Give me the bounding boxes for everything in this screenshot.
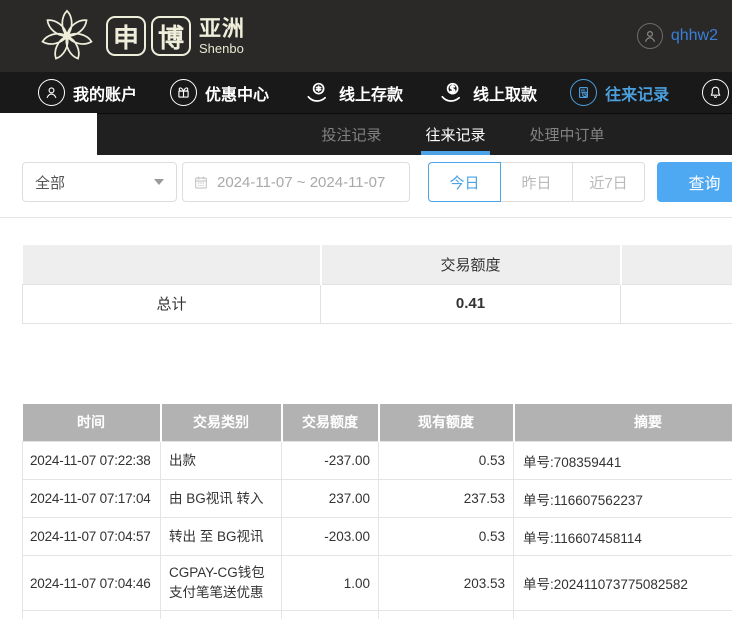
brand-logo[interactable]: 申 博 亚洲 Shenbo <box>38 7 245 65</box>
cell-time: 2024-11-07 07:04:46 <box>23 611 161 619</box>
main-navigation: 我的账户 优惠中心 线上存款 线上取款 往来记录 <box>0 72 732 113</box>
summary-header-empty <box>23 245 321 284</box>
today-button[interactable]: 今日 <box>428 162 501 202</box>
nav-item-my-account[interactable]: 我的账户 <box>38 79 137 106</box>
nav-item-messages[interactable]: 信息 <box>702 79 732 106</box>
col-header-time: 时间 <box>23 404 161 442</box>
logo-subtitle-text: Shenbo <box>199 42 245 55</box>
col-header-type: 交易类别 <box>161 404 282 442</box>
cell-balance: 0.53 <box>379 518 514 556</box>
search-button[interactable]: 查询 <box>657 162 732 202</box>
username-label[interactable]: qhhw2 <box>671 27 718 45</box>
date-range-value: 2024-11-07 ~ 2024-11-07 <box>217 174 385 191</box>
records-clipboard-clock-icon <box>570 79 597 106</box>
cell-amount: -237.00 <box>282 442 379 480</box>
summary-total-value: 0.41 <box>321 284 621 323</box>
table-row: 2024-11-07 07:17:04 由 BG视讯 转入 237.00 237… <box>23 480 732 518</box>
table-row: 2024-11-07 07:04:46 CGPAY支付 200.00 202.5… <box>23 611 732 619</box>
cell-summary: 单号:202411073775082582 <box>514 611 732 619</box>
cell-time: 2024-11-07 07:22:38 <box>23 442 161 480</box>
cell-type: CGPAY-CG钱包支付笔笔送优惠 <box>161 556 282 611</box>
col-header-amount: 交易额度 <box>282 404 379 442</box>
cell-balance: 203.53 <box>379 556 514 611</box>
cell-amount: -203.00 <box>282 518 379 556</box>
quick-date-buttons: 今日 昨日 近7日 <box>428 162 645 202</box>
type-select-value: 全部 <box>35 172 65 193</box>
cell-summary: 单号:116607562237 <box>514 480 732 518</box>
bell-icon <box>702 79 729 106</box>
cell-time: 2024-11-07 07:04:57 <box>23 518 161 556</box>
cell-balance: 237.53 <box>379 480 514 518</box>
cell-balance: 202.53 <box>379 611 514 619</box>
last7days-button[interactable]: 近7日 <box>572 162 645 202</box>
logo-region-text: 亚洲 <box>199 18 245 40</box>
summary-header-amount: 交易额度 <box>321 245 621 284</box>
nav-item-promotions[interactable]: 优惠中心 <box>170 79 269 106</box>
tab-bet-records[interactable]: 投注记录 <box>317 114 385 155</box>
nav-item-label: 线上取款 <box>473 81 537 105</box>
nav-item-deposit[interactable]: 线上存款 <box>302 78 403 107</box>
user-icon <box>38 79 65 106</box>
cell-summary: 单号:202411073775082582 <box>514 556 732 611</box>
cell-type: 转出 至 BG视讯 <box>161 518 282 556</box>
table-row: 2024-11-07 07:22:38 出款 -237.00 0.53 单号:7… <box>23 442 732 480</box>
summary-empty-cell <box>621 284 732 323</box>
cell-amount: 237.00 <box>282 480 379 518</box>
summary-total-row: 总计 0.41 <box>23 284 732 323</box>
chevron-down-icon <box>154 179 164 185</box>
cell-type: CGPAY支付 <box>161 611 282 619</box>
records-table: 时间 交易类别 交易额度 现有额度 摘要 2024-11-07 07:22:38… <box>22 404 732 619</box>
records-header-row: 时间 交易类别 交易额度 现有额度 摘要 <box>23 404 732 442</box>
table-row: 2024-11-07 07:04:46 CGPAY-CG钱包支付笔笔送优惠 1.… <box>23 556 732 611</box>
date-range-input[interactable]: 2024-11-07 ~ 2024-11-07 <box>182 162 410 202</box>
col-header-balance: 现有额度 <box>379 404 514 442</box>
nav-item-label: 线上存款 <box>339 81 403 105</box>
summary-table: 交易额度 总计 0.41 <box>22 245 732 324</box>
cell-type: 由 BG视讯 转入 <box>161 480 282 518</box>
type-select[interactable]: 全部 <box>22 162 177 202</box>
table-row: 2024-11-07 07:04:57 转出 至 BG视讯 -203.00 0.… <box>23 518 732 556</box>
nav-item-withdraw[interactable]: 线上取款 <box>436 78 537 107</box>
deposit-hand-coin-icon <box>302 78 331 107</box>
nav-item-label: 往来记录 <box>605 81 669 105</box>
avatar-icon <box>637 23 663 49</box>
summary-header-empty <box>621 245 732 284</box>
withdraw-hand-coin-icon <box>436 78 465 107</box>
calendar-icon <box>193 174 209 190</box>
top-header: 申 博 亚洲 Shenbo qhhw2 <box>0 0 732 72</box>
filter-bar: 全部 2024-11-07 ~ 2024-11-07 今日 昨日 近7日 查询 <box>0 155 732 218</box>
cell-amount: 200.00 <box>282 611 379 619</box>
flower-logo-icon <box>38 7 96 65</box>
cell-time: 2024-11-07 07:04:46 <box>23 556 161 611</box>
logo-char-shen: 申 <box>106 16 146 56</box>
cell-summary: 单号:116607458114 <box>514 518 732 556</box>
cell-type: 出款 <box>161 442 282 480</box>
yesterday-button[interactable]: 昨日 <box>500 162 573 202</box>
summary-header-row: 交易额度 <box>23 245 732 284</box>
nav-item-label: 优惠中心 <box>205 81 269 105</box>
tab-transaction-records[interactable]: 往来记录 <box>421 114 489 155</box>
page-root: 申 博 亚洲 Shenbo qhhw2 我的账户 <box>0 0 732 619</box>
cell-amount: 1.00 <box>282 556 379 611</box>
sub-navigation: 投注记录 往来记录 处理中订单 <box>97 113 732 155</box>
nav-item-label: 我的账户 <box>73 81 137 105</box>
logo-char-bo: 博 <box>151 16 191 56</box>
gift-icon <box>170 79 197 106</box>
user-account[interactable]: qhhw2 <box>637 23 718 49</box>
cell-summary: 单号:708359441 <box>514 442 732 480</box>
summary-total-label: 总计 <box>23 284 321 323</box>
nav-item-transaction-records[interactable]: 往来记录 <box>570 79 669 106</box>
col-header-summary: 摘要 <box>514 404 732 442</box>
cell-time: 2024-11-07 07:17:04 <box>23 480 161 518</box>
cell-balance: 0.53 <box>379 442 514 480</box>
tab-pending-orders[interactable]: 处理中订单 <box>526 114 609 155</box>
